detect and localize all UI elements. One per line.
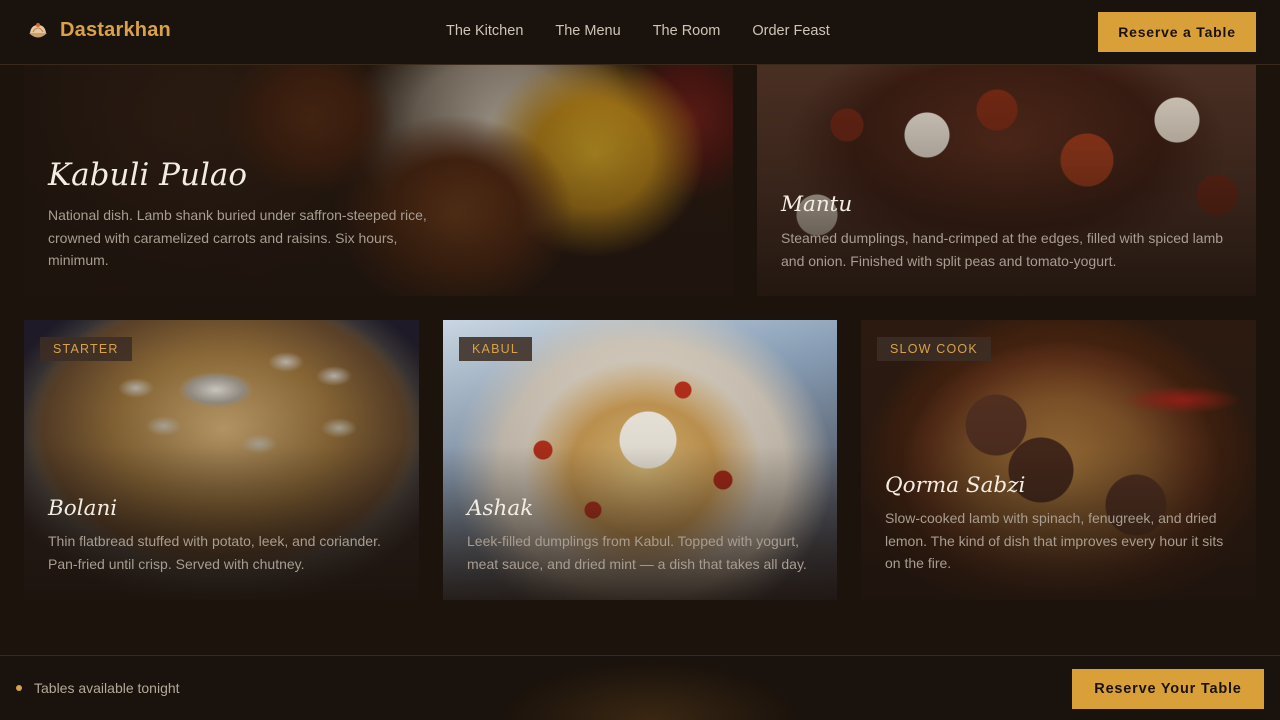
dish-description: Thin flatbread stuffed with potato, leek… bbox=[48, 533, 381, 572]
dish-card-mantu[interactable]: Mantu Steamed dumplings, hand-crimped at… bbox=[757, 65, 1256, 296]
dish-description: Leek-filled dumplings from Kabul. Topped… bbox=[467, 533, 807, 572]
dish-card-qorma-sabzi[interactable]: SLOW COOK Qorma Sabzi Slow-cooked lamb w… bbox=[861, 320, 1256, 600]
dish-card-bolani[interactable]: STARTER Bolani Thin flatbread stuffed wi… bbox=[24, 320, 419, 600]
availability-status: Tables available tonight bbox=[34, 680, 180, 696]
dish-title: Bolani bbox=[48, 496, 118, 521]
reserve-your-table-button[interactable]: Reserve Your Table bbox=[1072, 669, 1264, 709]
dish-card-ashak[interactable]: KABUL Ashak Leek-filled dumplings from K… bbox=[443, 320, 837, 600]
bottom-reservation-bar: Tables available tonight Reserve Your Ta… bbox=[0, 655, 1280, 720]
brand-name: Dastarkhan bbox=[60, 19, 171, 41]
nav-link-room[interactable]: The Room bbox=[653, 23, 721, 39]
category-tag: SLOW COOK bbox=[877, 337, 991, 361]
reserve-table-button[interactable]: Reserve a Table bbox=[1098, 12, 1256, 52]
dish-description: Steamed dumplings, hand-crimped at the e… bbox=[781, 230, 1224, 269]
dish-card-kabuli-pulao[interactable]: Kabuli Pulao National dish. Lamb shank b… bbox=[24, 65, 733, 296]
dumpling-icon bbox=[27, 20, 49, 42]
category-tag: STARTER bbox=[40, 337, 132, 361]
dish-description: National dish. Lamb shank buried under s… bbox=[48, 207, 427, 268]
site-header: Dastarkhan The Kitchen The Menu The Room… bbox=[0, 0, 1280, 65]
dish-title: Kabuli Pulao bbox=[48, 157, 248, 193]
nav-link-kitchen[interactable]: The Kitchen bbox=[446, 23, 523, 39]
main-nav: The Kitchen The Menu The Room Order Feas… bbox=[446, 23, 830, 39]
nav-link-menu[interactable]: The Menu bbox=[555, 23, 620, 39]
dish-title: Ashak bbox=[467, 496, 534, 521]
brand-logo[interactable]: Dastarkhan bbox=[27, 19, 171, 42]
category-tag: KABUL bbox=[459, 337, 532, 361]
dish-title: Mantu bbox=[781, 192, 853, 217]
availability-dot-icon bbox=[16, 685, 22, 691]
dish-title: Qorma Sabzi bbox=[885, 473, 1026, 498]
nav-link-order-feast[interactable]: Order Feast bbox=[752, 23, 829, 39]
dish-description: Slow-cooked lamb with spinach, fenugreek… bbox=[885, 510, 1224, 571]
